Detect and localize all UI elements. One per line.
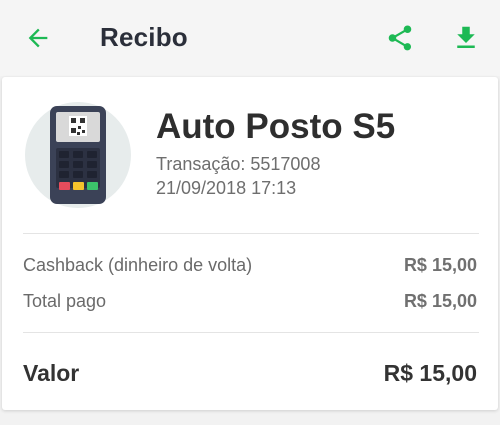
amount-label: Valor — [23, 360, 80, 386]
divider — [23, 233, 479, 234]
merchant-avatar — [25, 102, 131, 208]
download-icon — [457, 26, 475, 48]
share-icon — [388, 25, 412, 51]
total-paid-value: R$ 15,00 — [403, 291, 477, 311]
amount-value: R$ 15,00 — [383, 360, 477, 386]
arrow-left-icon — [28, 28, 48, 48]
receipt-card: Auto Posto S5 Transação: 5517008 21/09/2… — [2, 77, 498, 410]
download-button[interactable] — [448, 20, 484, 56]
divider — [23, 332, 479, 333]
page-title: Recibo — [100, 22, 188, 52]
back-button[interactable] — [20, 20, 56, 56]
card-terminal-icon — [50, 106, 106, 204]
share-button[interactable] — [382, 20, 418, 56]
total-paid-label: Total pago — [23, 291, 107, 311]
transaction-datetime: 21/09/2018 17:13 — [156, 178, 297, 198]
transaction-id: Transação: 5517008 — [156, 154, 321, 174]
cashback-value: R$ 15,00 — [403, 255, 477, 275]
merchant-name: Auto Posto S5 — [156, 107, 396, 146]
cashback-label: Cashback (dinheiro de volta) — [23, 255, 253, 275]
app-bar: Recibo — [0, 0, 500, 76]
